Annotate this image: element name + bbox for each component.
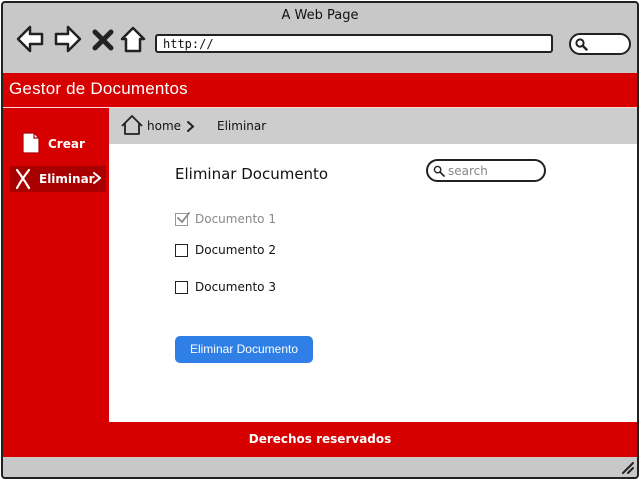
breadcrumb-home[interactable]: home [147,119,181,133]
close-icon[interactable] [91,23,115,55]
browser-search-field[interactable] [569,33,631,55]
x-icon [15,168,31,190]
checkbox[interactable] [175,281,188,294]
document-label: Documento 2 [195,243,276,257]
main-content: home Eliminar Eliminar Documento search [109,108,637,422]
app-title: Gestor de Documentos [9,79,188,98]
search-icon [433,165,445,177]
checkbox[interactable] [175,244,188,257]
page-viewport: Gestor de Documentos Crear Eliminar home… [3,73,637,457]
url-bar[interactable]: http:// [155,34,553,53]
sidebar-item-eliminar[interactable]: Eliminar [10,166,106,192]
document-label: Documento 3 [195,280,276,294]
home-icon[interactable] [120,114,144,136]
delete-document-button[interactable]: Eliminar Documento [175,336,313,363]
page-title: Eliminar Documento [175,165,329,183]
sidebar-item-label: Eliminar [39,172,95,186]
document-label: Documento 1 [195,212,276,226]
footer: Derechos reservados [248,432,392,446]
sidebar-item-crear[interactable]: Crear [21,131,96,157]
browser-window: A Web Page http:// Gestor de Documentos … [1,1,639,479]
checkmark-icon [177,212,190,224]
breadcrumb: home Eliminar [109,108,637,144]
forward-arrow-icon[interactable] [53,23,83,55]
search-input[interactable]: search [426,159,546,182]
search-icon [575,38,588,51]
resize-grip-icon[interactable] [619,459,635,475]
sidebar-item-label: Crear [48,137,85,151]
chevron-right-icon [187,121,195,132]
back-arrow-icon[interactable] [15,23,45,55]
chevron-right-icon [93,172,102,184]
checkbox[interactable] [175,212,190,226]
breadcrumb-current: Eliminar [217,119,267,133]
document-icon [22,132,40,154]
home-icon[interactable] [119,23,147,55]
window-title: A Web Page [281,8,359,23]
search-placeholder: search [448,164,488,178]
